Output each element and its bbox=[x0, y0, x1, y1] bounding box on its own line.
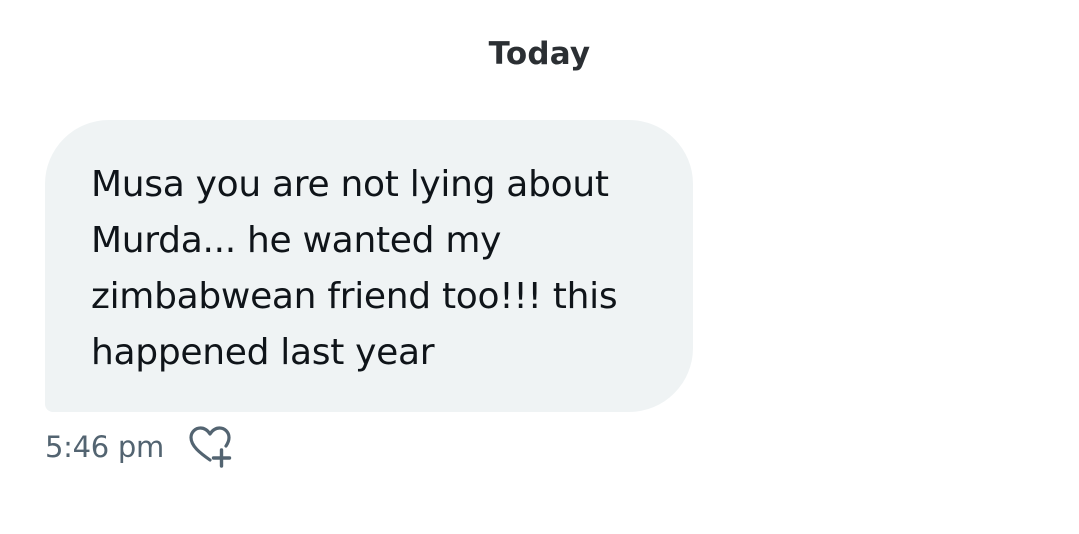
message-timestamp: 5:46 pm bbox=[45, 430, 164, 464]
heart-plus-icon bbox=[189, 426, 232, 468]
message-text: Musa you are not lying about Murda... he… bbox=[91, 164, 618, 373]
date-divider: Today bbox=[488, 36, 591, 72]
add-reaction-button[interactable] bbox=[186, 424, 234, 470]
message-meta-row: 5:46 pm bbox=[45, 424, 234, 470]
message-bubble[interactable]: Musa you are not lying about Murda... he… bbox=[45, 120, 693, 412]
